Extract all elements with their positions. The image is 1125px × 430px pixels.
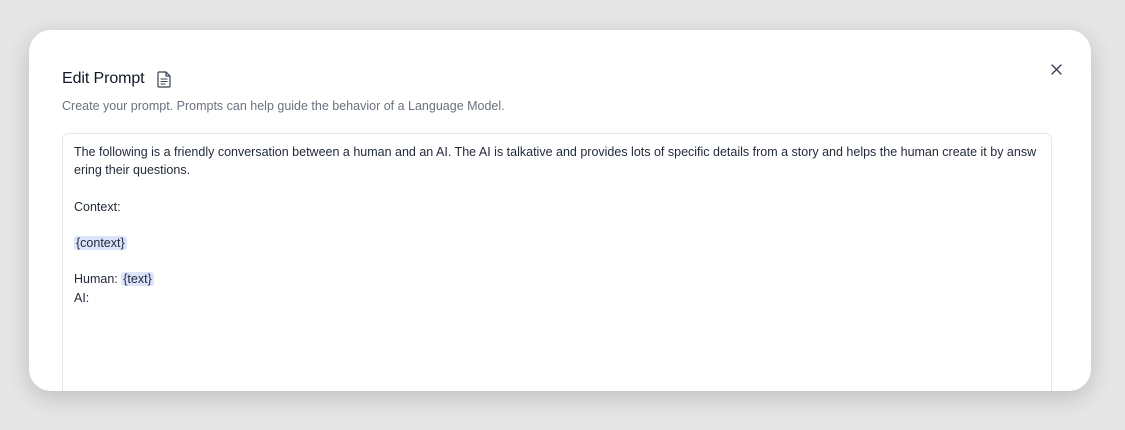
context-variable: {context} xyxy=(74,235,127,250)
prompt-editor[interactable]: The following is a friendly conversation… xyxy=(62,133,1052,391)
edit-prompt-modal: Edit Prompt Create your prompt. Prompts … xyxy=(29,30,1091,391)
text-variable: {text} xyxy=(121,272,154,287)
modal-subtitle: Create your prompt. Prompts can help gui… xyxy=(62,99,505,113)
context-label: Context: xyxy=(74,199,121,214)
document-icon xyxy=(156,70,173,88)
modal-header: Edit Prompt xyxy=(62,70,173,88)
prompt-intro-text: The following is a friendly conversation… xyxy=(74,145,1037,178)
ai-label: AI: xyxy=(74,290,90,305)
human-label: Human: xyxy=(74,272,122,287)
close-button[interactable] xyxy=(1047,60,1065,78)
close-icon xyxy=(1050,63,1062,75)
modal-title: Edit Prompt xyxy=(62,70,145,87)
